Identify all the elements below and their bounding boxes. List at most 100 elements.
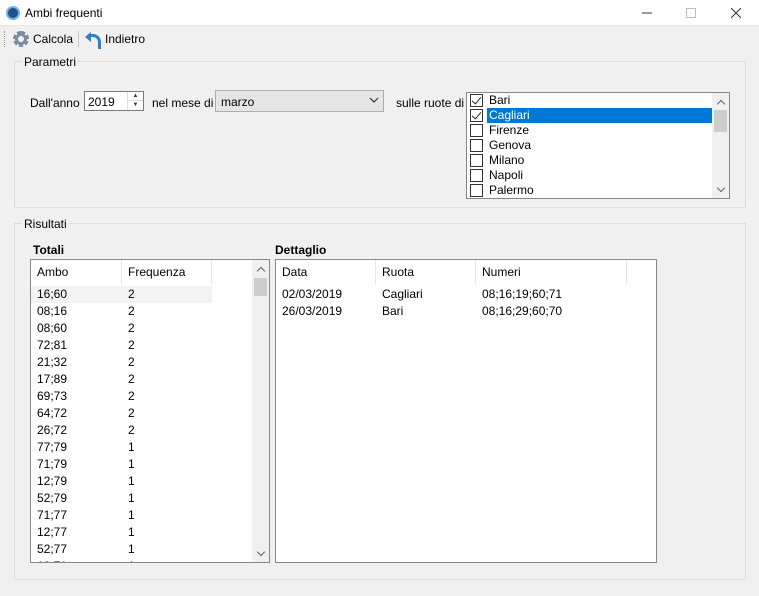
table-row[interactable]: 12;79 1	[31, 473, 212, 490]
ambo-cell: 52;77	[37, 542, 68, 556]
table-row[interactable]: 71;77 1	[31, 507, 212, 524]
table-row[interactable]: 08;60 2	[31, 320, 212, 337]
scroll-up-icon[interactable]	[252, 260, 269, 277]
table-row[interactable]: 69;73 2	[31, 388, 212, 405]
close-button[interactable]	[713, 0, 758, 26]
frequenza-cell: 2	[128, 304, 135, 318]
ruota-checkbox[interactable]	[470, 124, 483, 137]
frequenza-cell: 2	[128, 406, 135, 420]
totali-title: Totali	[33, 243, 65, 257]
mese-combobox[interactable]: marzo	[215, 90, 384, 112]
frequenza-cell: 1	[128, 457, 135, 471]
ruota-cell: Cagliari	[382, 287, 423, 301]
mese-label: nel mese di	[152, 96, 214, 110]
dettaglio-header: Data Ruota Numeri	[276, 260, 656, 284]
spinner-up-icon[interactable]: ▲	[128, 92, 143, 101]
ruota-item[interactable]: Napoli	[468, 168, 712, 183]
totali-header: Ambo Frequenza	[31, 260, 251, 284]
ambo-cell: 12;79	[37, 474, 68, 488]
frequenza-cell: 1	[128, 440, 135, 454]
minimize-button[interactable]	[624, 0, 669, 26]
ambo-cell: 08;16	[37, 304, 68, 318]
ruote-scrollbar[interactable]	[712, 93, 729, 198]
calcola-button[interactable]: Calcola	[11, 28, 75, 50]
ruota-label: Firenze	[489, 123, 530, 137]
frequenza-cell: 1	[128, 525, 135, 539]
anno-spinner-buttons: ▲ ▼	[127, 92, 143, 110]
table-row[interactable]: 77;79 1	[31, 439, 212, 456]
ruota-label: Palermo	[489, 183, 534, 197]
ruota-checkbox[interactable]	[470, 184, 483, 197]
scroll-down-icon[interactable]	[712, 181, 729, 198]
frequenza-cell: 1	[122, 558, 212, 562]
col-numeri[interactable]: Numeri	[476, 260, 627, 284]
table-row[interactable]: 26/03/2019 Bari 08;16;29;60;70	[276, 303, 627, 320]
table-row[interactable]: 12;77 1	[31, 524, 212, 541]
chevron-down-icon	[369, 97, 379, 103]
ruota-item[interactable]: Firenze	[468, 123, 712, 138]
ambo-cell: 16;60	[37, 287, 68, 301]
ruota-item[interactable]: Cagliari	[468, 108, 712, 123]
ambo-cell: 71;79	[37, 457, 68, 471]
minimize-icon	[641, 12, 652, 14]
table-row[interactable]: 12;711	[31, 558, 212, 562]
ambo-cell: 52;79	[37, 491, 68, 505]
ruota-item[interactable]: Milano	[468, 153, 712, 168]
table-row[interactable]: 08;16 2	[31, 303, 212, 320]
frequenza-cell: 1	[128, 508, 135, 522]
dettaglio-title: Dettaglio	[275, 243, 327, 257]
scroll-thumb[interactable]	[714, 110, 727, 132]
dettaglio-listview[interactable]: Data Ruota Numeri 02/03/2019 Cagliari 08;1…	[275, 259, 657, 563]
risultati-group-label: Risultati	[22, 217, 69, 231]
ambo-cell: 77;79	[37, 440, 68, 454]
col-ruota[interactable]: Ruota	[376, 260, 476, 284]
indietro-button[interactable]: Indietro	[83, 28, 147, 50]
ambo-cell: 71;77	[37, 508, 68, 522]
table-row[interactable]: 26;72 2	[31, 422, 212, 439]
ambo-cell: 72;81	[37, 338, 68, 352]
ruota-checkbox[interactable]	[470, 154, 483, 167]
frequenza-cell: 2	[128, 338, 135, 352]
anno-label: Dall'anno	[30, 96, 80, 110]
ruota-item[interactable]: Palermo	[468, 183, 712, 198]
col-ambo[interactable]: Ambo	[31, 260, 122, 284]
window-title: Ambi frequenti	[25, 6, 103, 20]
data-cell: 02/03/2019	[282, 287, 343, 301]
ruote-checklist[interactable]: Bari Cagliari Firenze Genova Milano Napoli Pal…	[466, 92, 730, 199]
col-data[interactable]: Data	[276, 260, 376, 284]
ruota-checkbox[interactable]	[470, 94, 483, 107]
table-row[interactable]: 52;77 1	[31, 541, 212, 558]
anno-spinner[interactable]: 2019 ▲ ▼	[84, 91, 144, 111]
scroll-up-icon[interactable]	[712, 93, 729, 110]
totali-listview[interactable]: Ambo Frequenza 16;60 2 08;16 2 08;60 2 72;81 2 2…	[30, 259, 270, 563]
maximize-icon	[685, 8, 696, 18]
spinner-down-icon[interactable]: ▼	[128, 101, 143, 110]
frequenza-cell: 2	[128, 389, 135, 403]
col-frequenza[interactable]: Frequenza	[122, 260, 212, 284]
table-row[interactable]: 71;79 1	[31, 456, 212, 473]
scroll-thumb[interactable]	[254, 278, 267, 296]
ambo-cell: 12;71	[31, 558, 122, 562]
maximize-button[interactable]	[668, 0, 713, 26]
ruota-checkbox[interactable]	[470, 139, 483, 152]
ruota-item[interactable]: Genova	[468, 138, 712, 153]
table-row[interactable]: 17;89 2	[31, 371, 212, 388]
frequenza-cell: 1	[128, 491, 135, 505]
table-row[interactable]: 21;32 2	[31, 354, 212, 371]
numeri-cell: 08;16;19;60;71	[482, 287, 563, 301]
table-row[interactable]: 16;60 2	[31, 286, 212, 303]
table-row[interactable]: 52;79 1	[31, 490, 212, 507]
totali-scrollbar[interactable]	[252, 260, 269, 562]
frequenza-cell: 2	[128, 372, 135, 386]
ambo-cell: 21;32	[37, 355, 68, 369]
ruota-checkbox[interactable]	[470, 169, 483, 182]
app-icon	[6, 6, 20, 20]
ruota-item[interactable]: Bari	[468, 93, 712, 108]
table-row[interactable]: 72;81 2	[31, 337, 212, 354]
scroll-down-icon[interactable]	[252, 545, 269, 562]
indietro-label: Indietro	[105, 32, 146, 46]
ambo-cell: 26;72	[37, 423, 68, 437]
ruota-checkbox[interactable]	[470, 109, 483, 122]
table-row[interactable]: 02/03/2019 Cagliari 08;16;19;60;71	[276, 286, 627, 303]
table-row[interactable]: 64;72 2	[31, 405, 212, 422]
